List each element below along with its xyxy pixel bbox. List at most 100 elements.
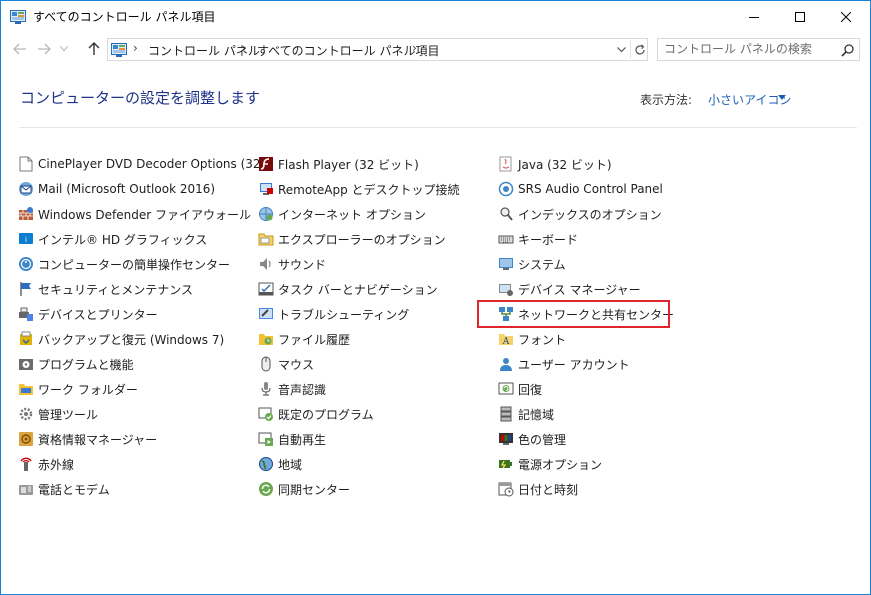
control-panel-item-label: 同期センター [278, 482, 351, 497]
control-panel-item[interactable]: 赤外線 [18, 454, 74, 474]
control-panel-item-label: システム [518, 257, 566, 272]
control-panel-item[interactable]: ファイル履歴 [258, 329, 350, 349]
svg-text:A: A [502, 337, 510, 347]
control-panel-item-label: 回復 [518, 382, 543, 397]
control-panel-item-label: セキュリティとメンテナンス [38, 282, 194, 297]
minimize-icon [749, 16, 759, 18]
mouse-icon [258, 356, 274, 372]
control-panel-item[interactable]: Java (32 ビット) [498, 154, 612, 174]
control-panel-item[interactable]: 色の管理 [498, 429, 566, 449]
control-panel-item[interactable]: キーボード [498, 229, 578, 249]
control-panel-item-label: 色の管理 [518, 432, 567, 447]
control-panel-item[interactable]: デバイス マネージャー [498, 279, 641, 299]
device-manager-icon [498, 281, 514, 297]
back-button[interactable] [11, 39, 29, 59]
color-management-icon [498, 431, 514, 447]
dropdown-arrow-icon[interactable] [778, 95, 786, 100]
control-panel-item[interactable]: ユーザー アカウント [498, 354, 630, 374]
control-panel-item-label: ワーク フォルダー [38, 382, 138, 397]
control-panel-item-label: バックアップと復元 (Windows 7) [38, 332, 225, 347]
srs-audio-icon [498, 181, 514, 197]
taskbar-icon [258, 281, 274, 297]
forward-button[interactable] [35, 39, 53, 59]
control-panel-item[interactable]: システム [498, 254, 566, 274]
control-panel-item-label: プログラムと機能 [38, 357, 134, 372]
control-panel-item[interactable]: コンピューターの簡単操作センター [18, 254, 230, 274]
control-panel-item[interactable]: トラブルシューティング [258, 304, 409, 324]
recovery-icon [498, 381, 514, 397]
search-input[interactable] [664, 41, 834, 57]
control-panel-item[interactable]: デバイスとプリンター [18, 304, 158, 324]
control-panel-item[interactable]: Mail (Microsoft Outlook 2016) [18, 179, 215, 199]
control-panel-item[interactable]: 電話とモデム [18, 479, 110, 499]
control-panel-item[interactable]: SRS Audio Control Panel [498, 179, 663, 199]
chevron-down-icon [60, 46, 68, 52]
control-panel-item-label: タスク バーとナビゲーション [278, 282, 438, 297]
control-panel-item[interactable]: 回復 [498, 379, 542, 399]
search-box[interactable] [657, 38, 860, 61]
control-panel-item[interactable]: 記憶域 [498, 404, 554, 424]
control-panel-item[interactable]: A フォント [498, 329, 566, 349]
control-panel-item-label: Flash Player (32 ビット) [278, 157, 419, 172]
control-panel-item[interactable]: 自動再生 [258, 429, 326, 449]
control-panel-item[interactable]: 同期センター [258, 479, 350, 499]
address-bar[interactable]: › コントロール パネル › すべてのコントロール パネル項目 › [107, 38, 648, 61]
control-panel-item[interactable]: マウス [258, 354, 314, 374]
control-panel-item-label: 自動再生 [278, 432, 327, 447]
breadcrumb-separator-icon[interactable]: › [412, 41, 417, 55]
firewall-icon [18, 206, 34, 222]
microphone-icon [258, 381, 274, 397]
window-title: すべてのコントロール パネル項目 [33, 10, 216, 24]
up-button[interactable] [85, 39, 103, 59]
control-panel-item[interactable]: Flash Player (32 ビット) [258, 154, 419, 174]
control-panel-item[interactable]: バックアップと復元 (Windows 7) [18, 329, 224, 349]
maximize-button[interactable] [777, 1, 823, 32]
control-panel-item[interactable]: プログラムと機能 [18, 354, 134, 374]
control-panel-item[interactable]: エクスプローラーのオプション [258, 229, 446, 249]
control-panel-item-label: Windows Defender ファイアウォール [38, 207, 251, 222]
control-panel-item[interactable]: RemoteApp とデスクトップ接続 [258, 179, 460, 199]
control-panel-item[interactable]: セキュリティとメンテナンス [18, 279, 193, 299]
control-panel-item[interactable]: インターネット オプション [258, 204, 426, 224]
control-panel-item[interactable]: 資格情報マネージャー [18, 429, 157, 449]
control-panel-item[interactable]: インデックスのオプション [498, 204, 662, 224]
back-arrow-icon [13, 43, 26, 55]
control-panel-item[interactable]: タスク バーとナビゲーション [258, 279, 438, 299]
control-panel-item[interactable]: 管理ツール [18, 404, 98, 424]
dvd-document-icon [18, 156, 34, 172]
control-panel-item-label: デバイスとプリンター [38, 307, 158, 322]
control-panel-item[interactable]: 日付と時刻 [498, 479, 578, 499]
control-panel-item[interactable]: Windows Defender ファイアウォール [18, 204, 251, 224]
chevron-down-icon [616, 46, 626, 52]
refresh-button[interactable] [630, 40, 648, 59]
control-panel-item[interactable]: ワーク フォルダー [18, 379, 138, 399]
breadcrumb-separator-icon[interactable]: › [242, 41, 247, 55]
control-panel-item-label: 記憶域 [518, 407, 555, 422]
remoteapp-icon [258, 181, 274, 197]
address-dropdown-button[interactable] [612, 40, 630, 59]
highlight-box [477, 300, 670, 328]
control-panel-item[interactable]: サウンド [258, 254, 326, 274]
control-panel-item-label: ユーザー アカウント [518, 357, 630, 372]
close-button[interactable] [823, 1, 869, 32]
backup-icon [18, 331, 34, 347]
control-panel-item-label: インテル® HD グラフィックス [38, 232, 208, 247]
search-icon[interactable] [841, 42, 854, 61]
control-panel-item[interactable]: CinePlayer DVD Decoder Options (32... [18, 154, 272, 174]
control-panel-item-label: サウンド [278, 257, 327, 272]
svg-text:i: i [25, 236, 27, 244]
control-panel-item[interactable]: 音声認識 [258, 379, 326, 399]
control-panel-item[interactable]: 既定のプログラム [258, 404, 374, 424]
breadcrumb-separator-icon[interactable]: › [133, 41, 138, 55]
autoplay-icon [258, 431, 274, 447]
control-panel-item-label: トラブルシューティング [278, 307, 410, 322]
control-panel-item[interactable]: i インテル® HD グラフィックス [18, 229, 207, 249]
file-history-icon [258, 331, 274, 347]
control-panel-item[interactable]: 地域 [258, 454, 302, 474]
control-panel-item-label: キーボード [518, 232, 579, 247]
control-panel-item[interactable]: 電源オプション [498, 454, 602, 474]
minimize-button[interactable] [731, 1, 777, 32]
control-panel-item-label: SRS Audio Control Panel [518, 182, 663, 196]
control-panel-item-label: 電源オプション [518, 457, 603, 472]
recent-locations-button[interactable] [57, 39, 71, 59]
